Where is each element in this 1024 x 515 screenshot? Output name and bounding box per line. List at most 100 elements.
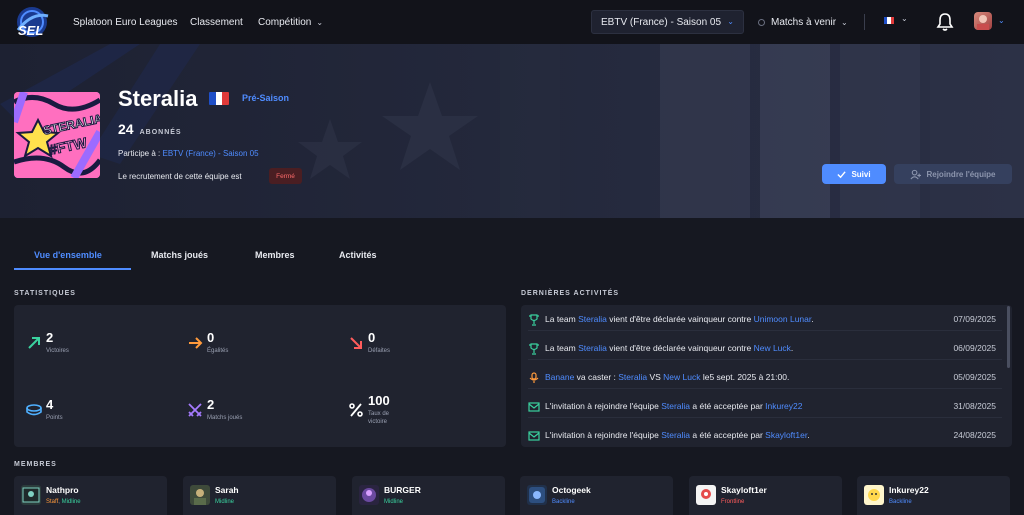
stat-value: 0 [368,330,376,345]
member-role: Staff, Midline [46,499,81,505]
text-part: va caster : [574,372,619,382]
percent-icon [349,403,363,417]
member-card[interactable]: Inkurey22 Backline [857,476,1010,515]
activities-scrollbar[interactable] [1007,306,1010,368]
upcoming-matches-dropdown[interactable]: Matchs à venir ⌄ [758,0,848,44]
stats-panel: 2 Victoires 0 Égalités 0 Défaites 4 Poin… [14,305,506,447]
role-backline: Backline [552,499,575,505]
season-status: Pré-Saison [242,93,290,103]
chevron-down-icon: ⌄ [727,17,734,26]
team-link[interactable]: Steralia [578,343,607,353]
nav-link-competition[interactable]: Compétition ⌄ [258,0,323,44]
tab-activities[interactable]: Activités [339,250,377,268]
text-part: vient d'être déclarée vainqueur contre [606,343,754,353]
team-link[interactable]: Steralia [618,372,647,382]
participation: Participe à : EBTV (France) - Saison 05 [118,149,259,158]
member-card[interactable]: Octogeek Backline [520,476,673,515]
trophy-icon [529,314,539,326]
participation-link[interactable]: EBTV (France) - Saison 05 [162,149,258,158]
nav-link-classement[interactable]: Classement [190,0,243,44]
stat-label: Égalités [207,348,229,354]
tab-active-indicator [14,268,131,270]
nav-link-leagues[interactable]: Splatoon Euro Leagues [73,0,178,44]
members-title: MEMBRES [14,461,57,468]
activity-row: Banane va caster : Steralia VS New Luck … [528,367,1002,389]
activity-text: L'invitation à rejoindre l'équipe Steral… [545,401,803,411]
member-avatar-icon [22,487,40,503]
member-avatar-icon [701,489,711,499]
stat-label: Points [46,415,63,421]
stat-label-line1: Taux de [368,411,390,417]
arrow-up-right-icon [28,337,40,349]
trophy-icon [529,343,539,355]
tab-members[interactable]: Membres [255,250,295,268]
member-avatar-icon [868,489,880,501]
mail-icon [528,431,540,441]
activity-row: L'invitation à rejoindre l'équipe Steral… [528,425,1002,447]
user-link[interactable]: Banane [545,372,574,382]
user-avatar[interactable] [974,12,992,30]
logo-text: SEL [18,23,43,38]
member-name: Octogeek [552,485,591,495]
chevron-down-icon[interactable]: ⌄ [998,16,1005,25]
user-link[interactable]: Skayloft1er [765,430,807,440]
tab-overview[interactable]: Vue d'ensemble [34,250,102,268]
status-dot-icon [758,18,765,26]
member-card[interactable]: Nathpro Staff, Midline [14,476,167,515]
activity-date: 05/09/2025 [953,372,996,382]
role-staff: Staff [46,499,59,505]
text-part: le5 sept. 2025 à 21:00. [700,372,790,382]
role-backline: Backline [889,499,912,505]
follow-button-label: Suivi [851,169,871,179]
member-name: Sarah [215,485,239,495]
team-link[interactable]: Unimoon Lunar [754,314,812,324]
team-link[interactable]: New Luck [754,343,791,353]
text-part: . [811,314,814,324]
tab-matches[interactable]: Matchs joués [151,250,208,268]
role-midline: Midline [384,499,404,505]
chevron-down-icon[interactable]: ⌄ [901,14,908,23]
team-link[interactable]: Steralia [661,430,690,440]
microphone-icon [529,372,539,383]
notification-bell-icon[interactable] [936,12,954,32]
text-part: La team [545,343,579,353]
team-link[interactable]: New Luck [663,372,700,382]
member-card[interactable]: BURGER Midline [352,476,505,515]
arrow-right-icon [189,337,203,349]
stat-value: 4 [46,397,54,412]
team-link[interactable]: Steralia [578,314,607,324]
role-midline: Midline [61,499,81,505]
text-part: a été acceptée par [690,401,766,411]
text-part: a été acceptée par [690,430,766,440]
stat-label: Victoires [46,348,69,354]
season-select[interactable]: EBTV (France) - Saison 05 ⌄ [591,10,744,34]
subscribers: 24 ABONNÉS [118,121,182,137]
activity-row: L'invitation à rejoindre l'équipe Steral… [528,396,1002,418]
text-part: vient d'être déclarée vainqueur contre [606,314,754,324]
member-card[interactable]: Skayloft1er Frontline [689,476,842,515]
activity-date: 06/09/2025 [953,343,996,353]
member-card[interactable]: Sarah Midline [183,476,336,515]
member-avatar-icon [362,488,376,502]
recruitment-status-badge: Fermé [269,168,302,184]
mail-icon [528,402,540,412]
follow-button[interactable]: Suivi [822,164,886,184]
user-avatar-icon [977,15,989,30]
recruitment-text: Le recrutement de cette équipe est [118,172,242,181]
stat-label: Matchs joués [207,415,243,421]
role-frontline: Frontline [721,499,745,505]
activity-text: La team Steralia vient d'être déclarée v… [545,343,793,353]
sel-logo[interactable]: SEL [8,4,56,40]
activity-row: La team Steralia vient d'être déclarée v… [528,338,1002,360]
subscribers-count: 24 [118,121,134,137]
member-avatar-icon [529,487,545,503]
member-name: BURGER [384,485,421,495]
text-part: . [790,343,794,353]
language-flag-icon[interactable] [884,17,894,24]
team-link[interactable]: Steralia [661,401,690,411]
swords-icon [188,403,202,417]
text-part: . [807,430,810,440]
user-link[interactable]: Inkurey22 [765,401,802,411]
activity-row: La team Steralia vient d'être déclarée v… [528,309,1002,331]
join-team-button[interactable]: Rejoindre l'équipe [894,164,1012,184]
